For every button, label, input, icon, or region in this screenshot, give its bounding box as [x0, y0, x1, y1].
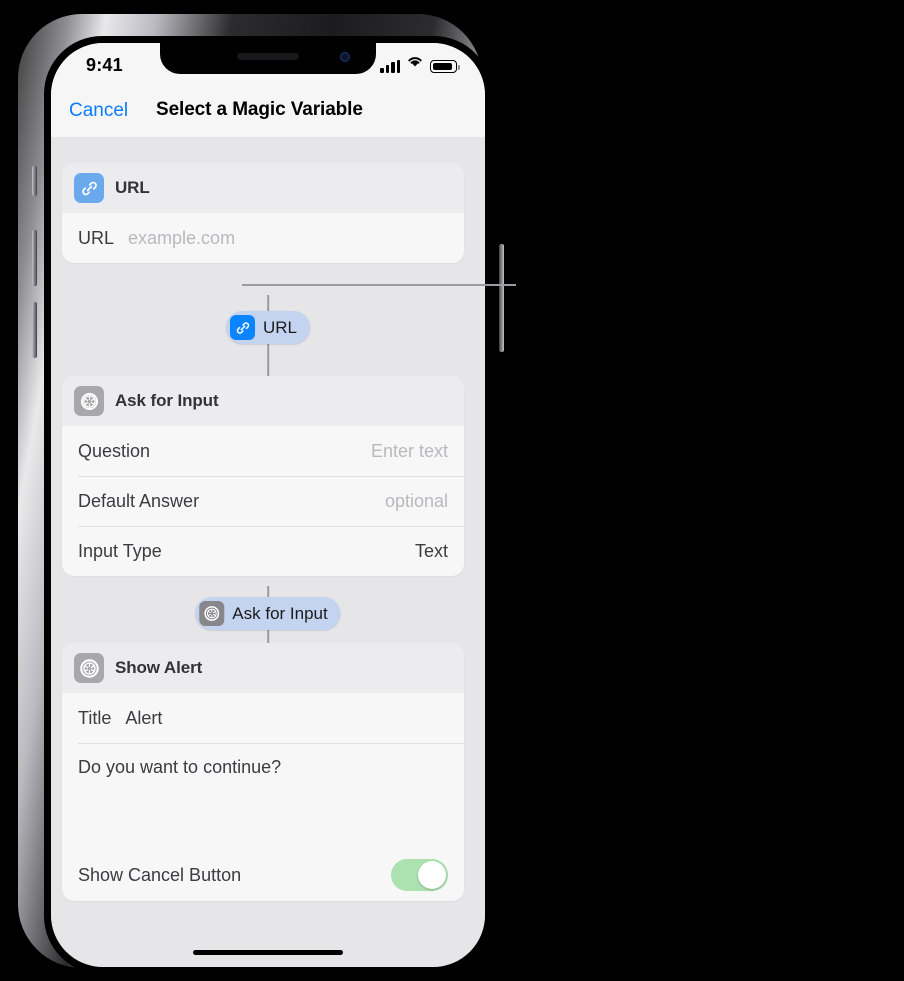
action-card-url[interactable]: URL URL example.com	[62, 163, 464, 263]
link-icon	[74, 173, 104, 203]
field-row-input-type[interactable]: Input Type Text	[62, 526, 464, 576]
field-row-title[interactable]: Title Alert	[62, 693, 464, 743]
field-label: Question	[78, 440, 151, 461]
iphone-device-frame: 9:41 Cancel Select a Magic Variable URL …	[18, 14, 504, 974]
field-label: Default Answer	[78, 490, 200, 511]
navigation-bar: Cancel Select a Magic Variable	[51, 90, 485, 137]
magic-variable-label: Ask for Input	[232, 603, 328, 623]
volume-up-button[interactable]	[32, 230, 37, 286]
field-value-title[interactable]: Alert	[125, 708, 162, 729]
cellular-signal-icon	[380, 60, 400, 73]
gear-icon	[74, 653, 104, 683]
field-label: Input Type	[78, 540, 162, 561]
action-card-header: Ask for Input	[62, 376, 464, 426]
earpiece-speaker-icon	[237, 53, 299, 60]
gear-icon	[74, 386, 104, 416]
field-row-url[interactable]: URL example.com	[62, 213, 464, 263]
connector-line	[267, 586, 269, 597]
volume-down-button[interactable]	[32, 302, 37, 358]
gear-icon	[199, 601, 225, 626]
mute-switch-button[interactable]	[32, 166, 37, 196]
page-title: Select a Magic Variable	[156, 99, 363, 120]
device-notch	[160, 43, 376, 74]
magic-variable-token-ask-for-input[interactable]: Ask for Input	[195, 597, 341, 630]
field-row-question[interactable]: Question Enter text	[62, 426, 464, 476]
action-title: Show Alert	[115, 658, 203, 677]
field-row-message[interactable]: Do you want to continue?	[62, 743, 464, 849]
field-value-message[interactable]: Do you want to continue?	[78, 757, 448, 778]
magic-variable-label: URL	[262, 317, 298, 337]
side-power-button[interactable]	[499, 244, 504, 352]
field-label: URL	[78, 227, 115, 248]
shortcut-actions-list[interactable]: URL URL example.com URL Ask for Input Qu…	[51, 137, 485, 967]
field-value-url[interactable]: example.com	[128, 228, 235, 249]
action-card-show-alert[interactable]: Show Alert Title Alert Do you want to co…	[62, 643, 464, 901]
action-title: Ask for Input	[115, 391, 219, 410]
toggle-knob	[418, 861, 446, 889]
field-value-question[interactable]: Enter text	[371, 441, 448, 462]
action-card-header: Show Alert	[62, 643, 464, 693]
link-icon	[229, 315, 255, 340]
field-value-default-answer[interactable]: optional	[385, 491, 448, 512]
field-row-default-answer[interactable]: Default Answer optional	[62, 476, 464, 526]
wifi-icon	[406, 54, 424, 73]
status-bar-icons	[380, 54, 460, 73]
connector-line	[267, 295, 269, 311]
cancel-button[interactable]: Cancel	[69, 100, 128, 122]
field-value-input-type[interactable]: Text	[415, 541, 448, 562]
magic-variable-callout-line	[242, 284, 516, 286]
magic-variable-token-url[interactable]: URL	[225, 311, 311, 344]
action-card-header: URL	[62, 163, 464, 213]
home-indicator[interactable]	[193, 950, 343, 955]
status-bar-time: 9:41	[86, 55, 123, 75]
action-title: URL	[115, 178, 150, 197]
field-label: Show Cancel Button	[78, 864, 242, 885]
device-screen: 9:41 Cancel Select a Magic Variable URL …	[51, 43, 485, 967]
field-row-show-cancel-button[interactable]: Show Cancel Button	[62, 849, 464, 901]
connector-line	[267, 344, 269, 376]
show-cancel-button-toggle[interactable]	[391, 859, 448, 891]
action-card-ask-for-input[interactable]: Ask for Input Question Enter text Defaul…	[62, 376, 464, 576]
connector-line	[267, 630, 269, 643]
field-label: Title	[78, 707, 112, 728]
battery-icon	[430, 60, 460, 73]
front-camera-icon	[340, 52, 350, 62]
